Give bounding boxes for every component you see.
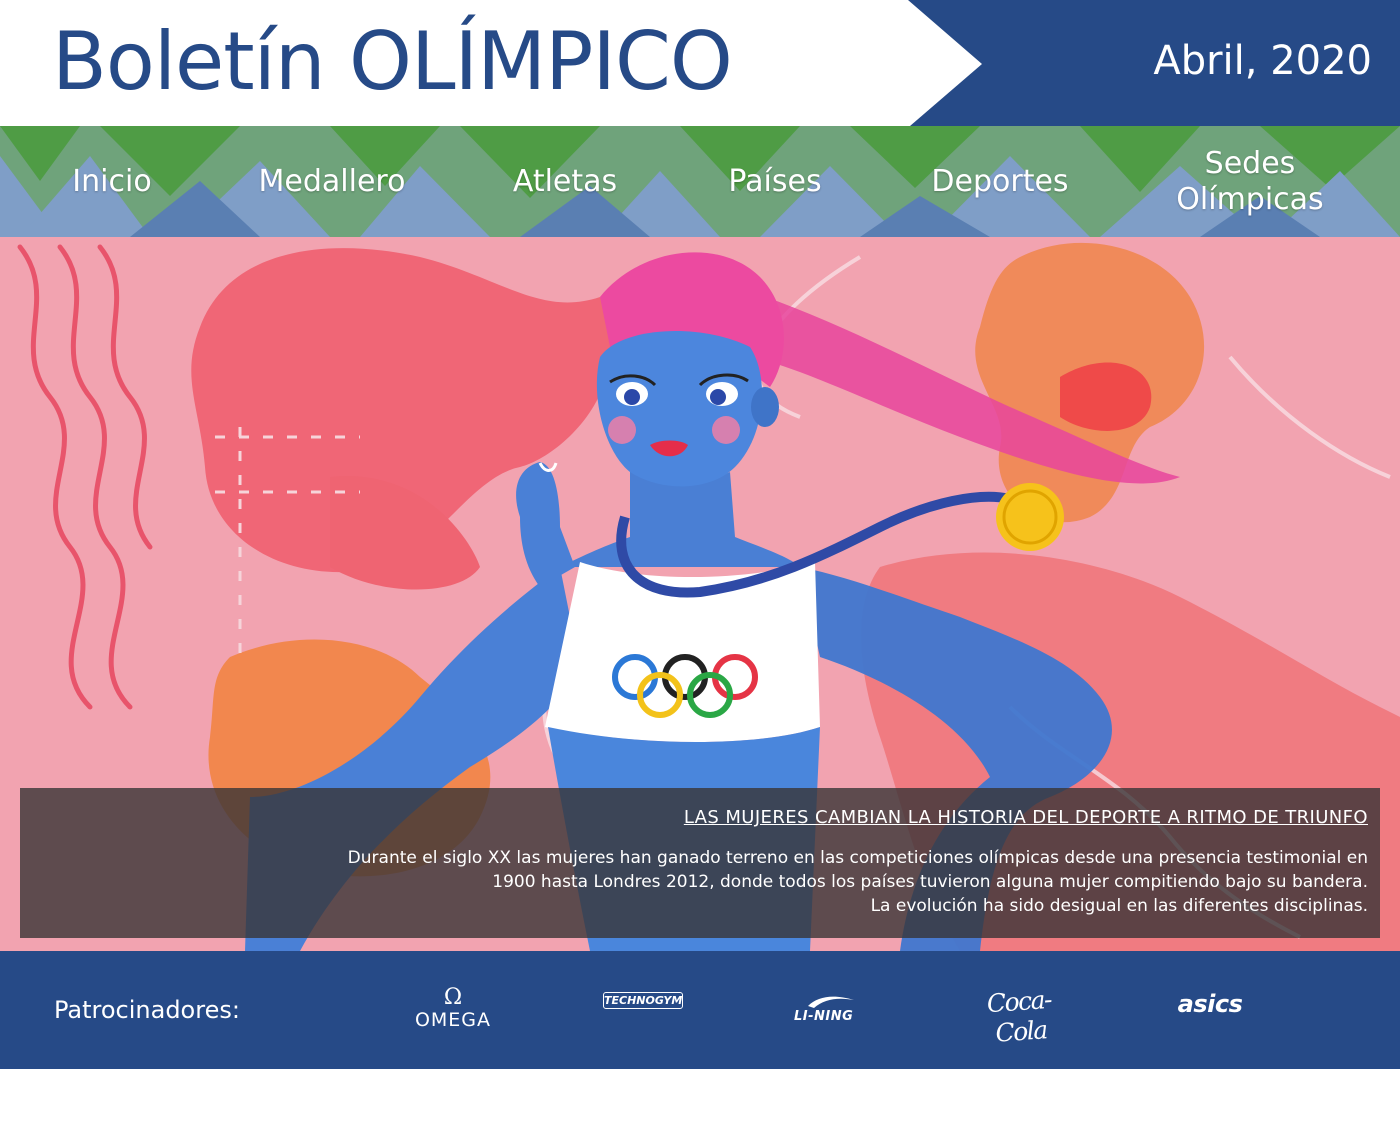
sponsors-bar: Patrocinadores: Ω OMEGA TECHNOGYM LI-NIN… — [0, 951, 1400, 1069]
lining-wordmark: LI-NING — [794, 1009, 854, 1024]
hero-body-line: Durante el siglo XX las mujeres han gana… — [347, 848, 1368, 868]
cocacola-wordmark: Coca-Cola — [985, 984, 1052, 1048]
nav-atletas[interactable]: Atletas — [495, 126, 635, 237]
nav-deportes-label: Deportes — [931, 163, 1069, 199]
omega-icon: Ω — [443, 985, 463, 1010]
sponsor-logo-cocacola[interactable]: Coca-Cola — [973, 984, 1067, 1050]
nav-paises[interactable]: Países — [705, 126, 845, 237]
nav-deportes[interactable]: Deportes — [910, 126, 1090, 237]
hero-section: LAS MUJERES CAMBIAN LA HISTORIA DEL DEPO… — [0, 237, 1400, 951]
omega-wordmark: OMEGA — [414, 1009, 492, 1031]
technogym-wordmark: TECHNOGYM — [604, 994, 683, 1007]
sponsors-label: Patrocinadores: — [54, 996, 240, 1024]
hero-body: Durante el siglo XX las mujeres han gana… — [40, 846, 1368, 918]
sponsor-logo-omega[interactable]: Ω OMEGA — [405, 985, 501, 1032]
issue-date: Abril, 2020 — [1153, 38, 1372, 84]
header: Boletín OLÍMPICO Abril, 2020 — [0, 0, 1400, 126]
nav-sedes-label-line2: Olímpicas — [1176, 181, 1324, 217]
nav-paises-label: Países — [728, 163, 822, 199]
lining-swoosh-icon — [808, 996, 854, 1008]
nav-medallero-label: Medallero — [258, 163, 406, 199]
hero-body-line: La evolución ha sido desigual en las dif… — [870, 896, 1368, 916]
hero-caption: LAS MUJERES CAMBIAN LA HISTORIA DEL DEPO… — [20, 788, 1380, 938]
nav-inicio[interactable]: Inicio — [52, 126, 172, 237]
hero-headline-link[interactable]: LAS MUJERES CAMBIAN LA HISTORIA DEL DEPO… — [684, 806, 1368, 830]
asics-wordmark: asics — [1177, 990, 1243, 1018]
nav-sedes-label-line1: Sedes — [1204, 145, 1296, 181]
nav-sedes-olimpicas[interactable]: Sedes Olímpicas — [1160, 126, 1340, 237]
nav-medallero[interactable]: Medallero — [242, 126, 422, 237]
sponsor-logo-asics[interactable]: asics — [1168, 989, 1252, 1019]
site-title: Boletín OLÍMPICO — [52, 15, 733, 108]
sponsor-logo-lining[interactable]: LI-NING — [790, 994, 872, 1028]
nav-inicio-label: Inicio — [72, 163, 152, 199]
main-nav: Inicio Medallero Atletas Países Deportes… — [0, 126, 1400, 237]
hero-body-line: 1900 hasta Londres 2012, donde todos los… — [492, 872, 1368, 892]
sponsor-logo-technogym[interactable]: TECHNOGYM — [603, 992, 683, 1009]
nav-atletas-label: Atletas — [512, 163, 618, 199]
